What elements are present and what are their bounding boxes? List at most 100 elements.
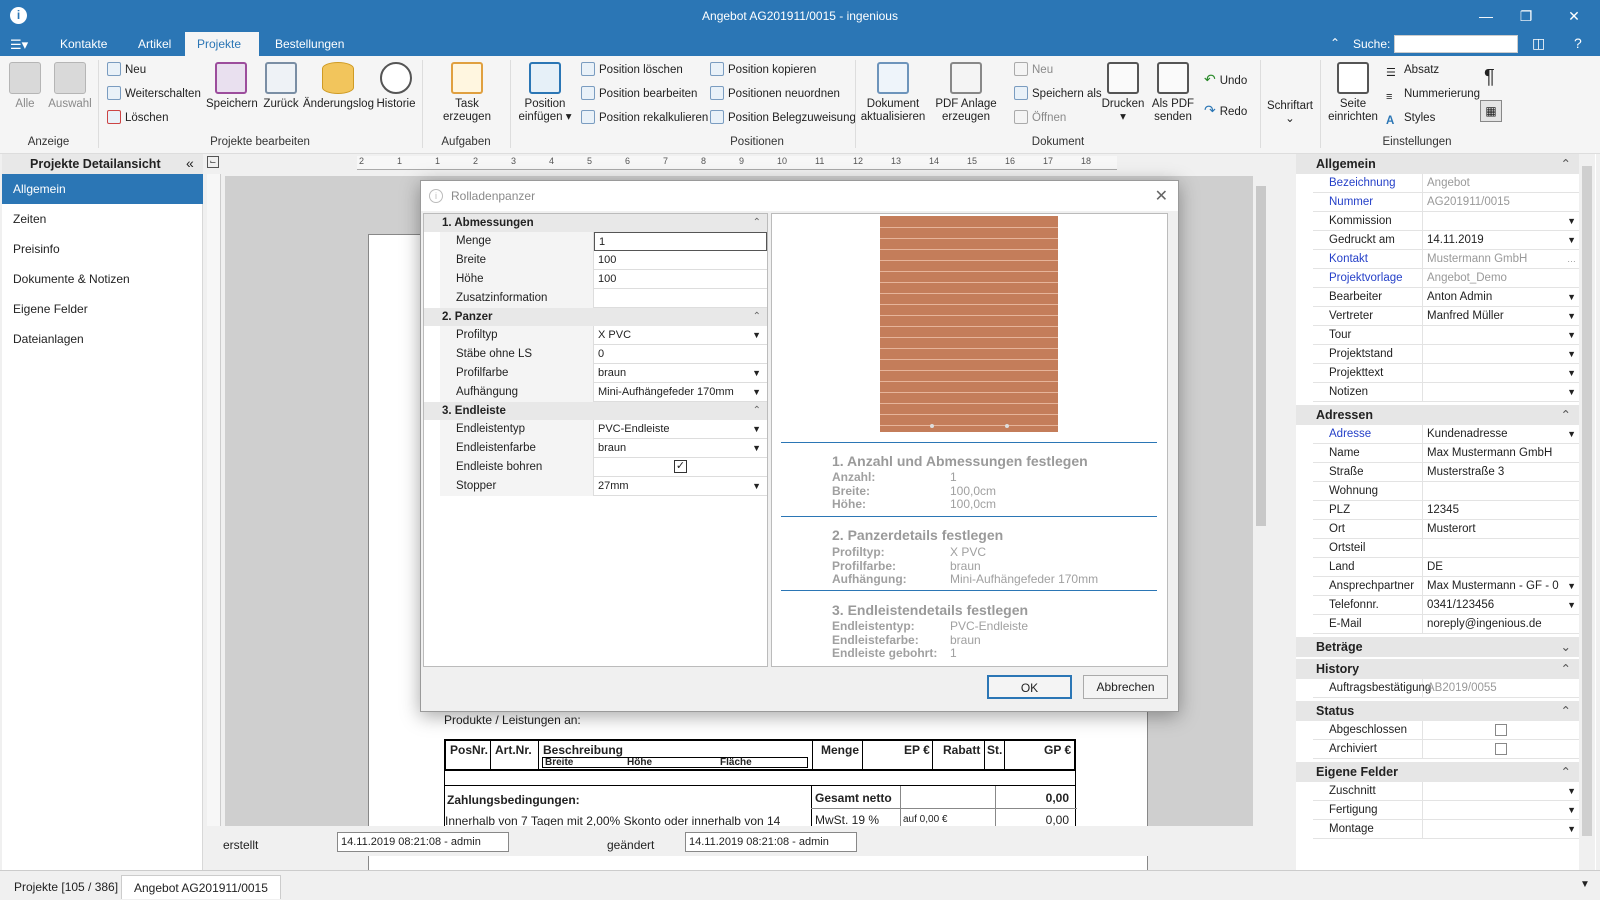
schriftart-button[interactable]: Schriftart ⌄ (1264, 100, 1316, 126)
property-value[interactable] (1423, 721, 1579, 740)
grid-section-header[interactable]: 3. Endleiste ⌃ (424, 402, 767, 420)
property-value[interactable]: 14.11.2019 ▼ (1423, 231, 1579, 250)
property-label[interactable]: Adresse (1313, 425, 1423, 444)
property-row[interactable]: Adresse Kundenadresse ▼ (1313, 425, 1579, 444)
grid-row[interactable]: Zusatzinformation (440, 289, 767, 308)
property-row[interactable]: Ortsteil (1313, 539, 1579, 558)
property-row[interactable]: Kommission ▼ (1313, 212, 1579, 231)
weiterschalten-button[interactable]: Weiterschalten (107, 85, 201, 103)
nav-item-zeiten[interactable]: Zeiten (2, 204, 203, 234)
property-value[interactable]: Max Mustermann GmbH (1423, 444, 1579, 463)
tab-projekte-liste[interactable]: Projekte [105 / 386] (2, 875, 130, 899)
dropdown-arrow-icon[interactable]: ▼ (1567, 596, 1576, 615)
grid-row[interactable]: Menge 1 (440, 232, 767, 251)
property-row[interactable]: E-Mail noreply@ingenious.de (1313, 615, 1579, 634)
property-row[interactable]: PLZ 12345 (1313, 501, 1579, 520)
pdf-anlage-button[interactable]: PDF Anlage erzeugen (934, 62, 998, 124)
grid-row[interactable]: Profiltyp X PVC ▼ (440, 326, 767, 345)
nav-item-preisinfo[interactable]: Preisinfo (2, 234, 203, 264)
property-value[interactable]: Angebot (1423, 174, 1579, 193)
property-value[interactable]: AB2019/0055 (1423, 679, 1579, 698)
nav-item-dokumente-notizen[interactable]: Dokumente & Notizen (2, 264, 203, 294)
property-row[interactable]: Ansprechpartner Max Mustermann - GF - 0 ▼ (1313, 577, 1579, 596)
nav-item-allgemein[interactable]: Allgemein (2, 174, 203, 204)
positionen-neuordnen-button[interactable]: Positionen neuordnen (710, 85, 840, 103)
chevron-up-icon[interactable]: ⌃ (1561, 701, 1571, 721)
property-row[interactable]: Tour ▼ (1313, 326, 1579, 345)
property-value[interactable]: ▼ (1423, 782, 1579, 801)
historie-button[interactable]: Historie (376, 62, 416, 111)
styles-button[interactable]: A Styles (1386, 109, 1435, 127)
nav-item-eigene-felder[interactable]: Eigene Felder (2, 294, 203, 324)
dokument-aktualisieren-button[interactable]: Dokument aktualisieren (860, 62, 926, 124)
property-value[interactable]: ▼ (1423, 801, 1579, 820)
dropdown-arrow-icon[interactable]: ▼ (752, 383, 761, 402)
property-value[interactable]: AG201911/0015 (1423, 193, 1579, 212)
property-row[interactable]: Vertreter Manfred Müller ▼ (1313, 307, 1579, 326)
dropdown-arrow-icon[interactable]: ▼ (1567, 231, 1576, 250)
tab-dropdown-icon[interactable]: ▼ (1580, 879, 1590, 890)
dropdown-arrow-icon[interactable]: ▼ (752, 364, 761, 383)
dropdown-arrow-icon[interactable]: ▼ (1567, 782, 1576, 801)
tab-bestellungen[interactable]: Bestellungen (263, 32, 356, 56)
bohren-checkbox-cell[interactable]: ✓ (594, 458, 767, 477)
app-menu-icon[interactable]: ☰▾ (10, 37, 28, 53)
dropdown-arrow-icon[interactable]: ▼ (1567, 212, 1576, 231)
grid-section-header[interactable]: 1. Abmessungen ⌃ (424, 214, 767, 232)
search-input[interactable] (1394, 35, 1518, 53)
loeschen-button[interactable]: Löschen (107, 109, 168, 127)
property-value[interactable]: Max Mustermann - GF - 0 ▼ (1423, 577, 1579, 596)
property-row[interactable]: Fertigung ▼ (1313, 801, 1579, 820)
property-row[interactable]: Archiviert (1313, 740, 1579, 759)
property-row[interactable]: Abgeschlossen (1313, 721, 1579, 740)
grid-value-input[interactable]: X PVC ▼ (594, 326, 767, 345)
zurueck-button[interactable]: Zurück (261, 62, 301, 111)
tab-projekte[interactable]: Projekte (185, 32, 259, 56)
checkbox[interactable] (1495, 743, 1507, 755)
chevron-up-icon[interactable]: ⌃ (1561, 405, 1571, 425)
dropdown-arrow-icon[interactable]: ▼ (1567, 820, 1576, 839)
undo-button[interactable]: ↶ Undo (1204, 70, 1247, 88)
property-row[interactable]: Straße Musterstraße 3 (1313, 463, 1579, 482)
grid-row[interactable]: Breite 100 (440, 251, 767, 270)
checkbox[interactable] (1495, 724, 1507, 736)
property-value[interactable]: ▼ (1423, 326, 1579, 345)
grid-value-input[interactable]: braun ▼ (594, 364, 767, 383)
collapse-panel-icon[interactable]: « (186, 155, 194, 171)
editor-scrollbar[interactable] (1253, 174, 1269, 840)
oeffnen-button[interactable]: Öffnen (1014, 109, 1066, 127)
section-header-eigene[interactable]: Eigene Felder ⌃ (1296, 762, 1579, 782)
position-einfuegen-button[interactable]: Position einfügen ▾ (515, 62, 575, 124)
property-value[interactable]: Musterstraße 3 (1423, 463, 1579, 482)
grid-value-input[interactable]: PVC-Endleiste ▼ (594, 420, 767, 439)
tab-stop-icon[interactable]: ⌙ (207, 156, 219, 168)
chevron-up-icon[interactable]: ⌃ (753, 308, 761, 326)
position-kopieren-button[interactable]: Position kopieren (710, 61, 816, 79)
property-row[interactable]: Kontakt Mustermann GmbH… (1313, 250, 1579, 269)
property-row[interactable]: Bearbeiter Anton Admin ▼ (1313, 288, 1579, 307)
properties-scrollbar-thumb[interactable] (1582, 166, 1592, 836)
section-header-allgemein[interactable]: Allgemein ⌃ (1296, 154, 1579, 174)
section-header-adressen[interactable]: Adressen ⌃ (1296, 405, 1579, 425)
dropdown-arrow-icon[interactable]: ▼ (752, 326, 761, 345)
property-value[interactable]: ▼ (1423, 383, 1579, 402)
property-row[interactable]: Notizen ▼ (1313, 383, 1579, 402)
property-row[interactable]: Wohnung (1313, 482, 1579, 501)
nummerierung-button[interactable]: ≡ Nummerierung (1386, 85, 1480, 103)
property-value[interactable]: ▼ (1423, 345, 1579, 364)
maximize-button[interactable]: ❐ (1516, 6, 1536, 26)
dialog-close-icon[interactable]: ✕ (1155, 186, 1168, 206)
grid-value-input[interactable]: Mini-Aufhängefeder 170mm ▼ (594, 383, 767, 402)
property-row[interactable]: Telefonnr. 0341/123456 ▼ (1313, 596, 1579, 615)
dokument-neu-button[interactable]: Neu (1014, 61, 1053, 79)
dropdown-arrow-icon[interactable]: ▼ (1567, 288, 1576, 307)
section-header-betraege[interactable]: Beträge ⌄ (1296, 637, 1579, 657)
dropdown-arrow-icon[interactable]: ▼ (1567, 326, 1576, 345)
property-row[interactable]: Gedruckt am 14.11.2019 ▼ (1313, 231, 1579, 250)
property-value[interactable] (1423, 740, 1579, 759)
collapse-ribbon-icon[interactable]: ⌃ (1330, 36, 1340, 50)
property-value[interactable]: 0341/123456 ▼ (1423, 596, 1579, 615)
binoculars-icon[interactable]: ◫ (1532, 35, 1545, 52)
grid-value-input[interactable]: 27mm ▼ (594, 477, 767, 496)
chevron-up-icon[interactable]: ⌃ (753, 402, 761, 420)
